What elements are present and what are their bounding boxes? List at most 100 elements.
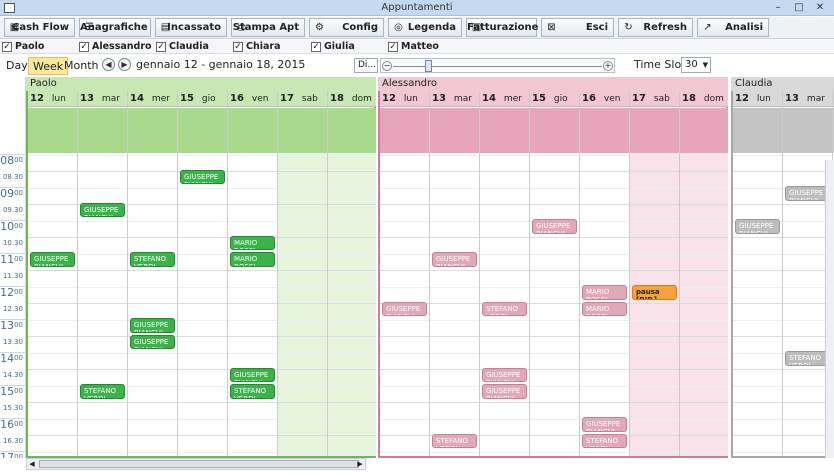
resource-checkbox-matteo[interactable]: ✓ Matteo [388,41,439,53]
day-header[interactable]: 12 lun [28,91,77,107]
day-header[interactable]: 15 gio [530,91,579,107]
view-month-tab[interactable]: Month [60,57,102,75]
appointment[interactable]: STEFANO VERDI [80,384,125,399]
appointment[interactable]: GIUSEPPE BIANCHI [432,252,477,267]
appointment[interactable]: GIUSEPPE BIANCHI [130,318,175,333]
close-button[interactable]: ✕ [810,1,830,14]
checkbox-check-icon[interactable]: ✓ [2,42,12,52]
toolbar-button-refresh[interactable]: ↻ Refresh [618,18,693,37]
horizontal-scrollbar[interactable]: ◀ ▶ [26,458,366,470]
zoom-out-button[interactable]: − [382,61,392,71]
zoom-thumb[interactable] [425,60,432,72]
scroll-right-icon[interactable]: ▶ [355,459,365,469]
time-slot-select[interactable]: 30 ▼ [681,57,711,73]
horizontal-scroll-thumb[interactable] [39,460,359,468]
day-header[interactable]: 16 ven [228,91,277,107]
maximize-button[interactable]: □ [789,1,809,14]
scroll-left-icon[interactable]: ◀ [27,459,37,469]
time-slots[interactable] [733,153,782,456]
all-day-area[interactable] [580,108,629,153]
time-slots[interactable] [430,153,479,456]
toolbar-button-config[interactable]: ⚙ Config [309,18,384,37]
day-header[interactable]: 17 sab [278,91,327,107]
vertical-scrollbar[interactable] [825,160,834,458]
day-header[interactable]: 14 mer [480,91,529,107]
appointment[interactable]: MARIO ROSSI [582,285,627,300]
zoom-slider[interactable]: − + [380,58,615,73]
day-header[interactable]: 18 dom [680,91,728,107]
resource-checkbox-alessandro[interactable]: ✓ Alessandro [79,41,152,53]
resource-checkbox-chiara[interactable]: ✓ Chiara [233,41,281,53]
appointment[interactable]: MARIO ROSSI [230,252,275,267]
day-header[interactable]: 14 mer [128,91,177,107]
all-day-area[interactable] [28,108,77,153]
resource-checkbox-paolo[interactable]: ✓ Paolo [2,41,44,53]
appointment[interactable]: GIUSEPPE BIANCHI [735,219,780,234]
day-header[interactable]: 13 mar [78,91,127,107]
time-slots[interactable] [28,153,77,456]
toolbar-button-esci[interactable]: ⊠ Esci [541,18,614,37]
all-day-area[interactable] [328,108,376,153]
appointment[interactable]: STEFANO VERDI [582,433,627,448]
toolbar-button-anagrafiche[interactable]: ☰ Anagrafiche [79,18,151,37]
zoom-in-button[interactable]: + [603,61,613,71]
all-day-area[interactable] [78,108,127,153]
time-slots[interactable] [128,153,177,456]
appointment[interactable]: GIUSEPPE BIANCHI [482,367,527,382]
appointment[interactable]: GIUSEPPE BIANCHI [785,186,830,201]
checkbox-check-icon[interactable]: ✓ [233,42,243,52]
all-day-area[interactable] [480,108,529,153]
prev-week-button[interactable]: ◀ [102,58,115,71]
time-slots[interactable] [530,153,579,456]
minimize-button[interactable]: – [768,1,788,14]
toolbar-button-incassato[interactable]: ▤ Incassato [155,18,227,37]
appointment[interactable]: STEFANO VERDI [230,384,275,399]
toolbar-button-legenda[interactable]: ◎ Legenda [388,18,462,37]
checkbox-check-icon[interactable]: ✓ [79,42,89,52]
time-slots[interactable] [680,153,728,456]
appointment[interactable]: STEFANO VERDI [130,252,175,267]
all-day-area[interactable] [278,108,327,153]
all-day-area[interactable] [228,108,277,153]
appointment[interactable]: GIUSEPPE BIANCHI [582,417,627,432]
checkbox-check-icon[interactable]: ✓ [388,42,398,52]
appointment[interactable]: STEFANO VERDI [785,351,830,366]
time-slots[interactable] [228,153,277,456]
all-day-area[interactable] [380,108,429,153]
appointment[interactable]: GIUSEPPE BIANCHI [230,367,275,382]
zoom-dropdown[interactable]: Di... [354,58,378,73]
all-day-area[interactable] [680,108,728,153]
toolbar-button-cash-flow[interactable]: ▦ Cash Flow [4,18,75,37]
day-header[interactable]: 16 ven [580,91,629,107]
appointment[interactable]: GIUSEPPE BIANCHI [382,301,427,316]
appointment[interactable]: GIUSEPPE BIANCHI [30,252,75,267]
day-header[interactable]: 18 dom [328,91,376,107]
day-header[interactable]: 12 lun [733,91,782,107]
time-slots[interactable] [630,153,679,456]
appointment[interactable]: GIUSEPPE BIANCHI [80,202,125,217]
resource-checkbox-giulia[interactable]: ✓ Giulia [311,41,355,53]
appointment[interactable]: GIUSEPPE BIANCHI [532,219,577,234]
checkbox-check-icon[interactable]: ✓ [156,42,166,52]
all-day-area[interactable] [630,108,679,153]
appointment[interactable]: GIUSEPPE BIANCHI [180,169,225,184]
toolbar-button-fatturazione[interactable]: ▥ Fatturazione [466,18,538,37]
day-header[interactable]: 17 sab [630,91,679,107]
time-slots[interactable] [328,153,376,456]
resource-checkbox-claudia[interactable]: ✓ Claudia [156,41,209,53]
day-header[interactable]: 13 mar [430,91,479,107]
all-day-area[interactable] [530,108,579,153]
time-slots[interactable] [278,153,327,456]
time-slots[interactable] [178,153,227,456]
appointment[interactable]: MARIO ROSSI [230,235,275,250]
appointment[interactable]: MARIO ROSSI [582,301,627,316]
all-day-area[interactable] [128,108,177,153]
day-header[interactable]: 12 lun [380,91,429,107]
all-day-area[interactable] [178,108,227,153]
toolbar-button-stampa-apt[interactable]: ⎙ Stampa Apt [231,18,305,37]
appointment[interactable]: STEFANO VERDI [482,301,527,316]
appointment[interactable]: STEFANO VERDI [432,433,477,448]
appointment[interactable]: GIUSEPPE BIANCHI [130,334,175,349]
all-day-area[interactable] [430,108,479,153]
appointment[interactable]: pausa [RIP.] [632,285,677,300]
